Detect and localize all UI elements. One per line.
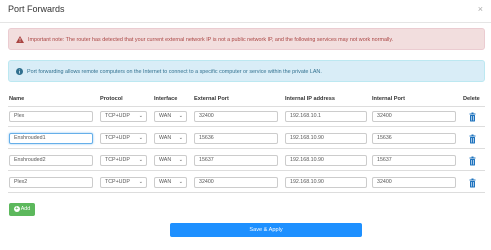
chevron-down-icon: ⌄ — [178, 135, 183, 141]
chevron-down-icon: ⌄ — [138, 179, 143, 185]
protocol-select[interactable]: TCP+UDP ⌄ — [100, 177, 147, 188]
protocol-select[interactable]: TCP+UDP ⌄ — [100, 133, 147, 144]
interface-select[interactable]: WAN ⌄ — [154, 177, 187, 188]
interface-value: WAN — [159, 179, 172, 185]
chevron-down-icon: ⌄ — [178, 113, 183, 119]
trash-icon[interactable] — [469, 156, 476, 166]
external-port-field[interactable]: 15636 — [194, 133, 278, 144]
protocol-value: TCP+UDP — [105, 113, 130, 119]
header-delete: Delete — [463, 96, 480, 102]
trash-icon[interactable] — [469, 112, 476, 122]
protocol-select[interactable]: TCP+UDP ⌄ — [100, 111, 147, 122]
page-title: Port Forwards — [8, 4, 65, 14]
warning-alert: Important note: The router has detected … — [8, 28, 485, 50]
internal-port-field[interactable]: 32400 — [372, 111, 456, 122]
internal-port-field[interactable]: 32400 — [372, 177, 456, 188]
header-interface: Interface — [154, 96, 178, 102]
interface-select[interactable]: WAN ⌄ — [154, 155, 187, 166]
warning-text: Important note: The router has detected … — [28, 37, 394, 43]
chevron-down-icon: ⌄ — [138, 135, 143, 141]
row-divider — [8, 126, 485, 127]
table-header-divider — [8, 106, 485, 107]
chevron-down-icon: ⌄ — [138, 113, 143, 119]
name-field[interactable]: Plex2 — [9, 177, 93, 188]
trash-icon[interactable] — [469, 134, 476, 144]
header-name: Name — [9, 96, 25, 102]
external-port-field[interactable]: 15637 — [194, 155, 278, 166]
warning-triangle-icon — [16, 36, 24, 44]
add-label: Add — [20, 206, 31, 212]
external-port-field[interactable]: 32400 — [194, 111, 278, 122]
info-alert: Port forwarding allows remote computers … — [8, 60, 485, 82]
protocol-value: TCP+UDP — [105, 179, 130, 185]
trash-icon[interactable] — [469, 178, 476, 188]
protocol-value: TCP+UDP — [105, 157, 130, 163]
interface-select[interactable]: WAN ⌄ — [154, 133, 187, 144]
interface-value: WAN — [159, 135, 172, 141]
modal-header: Port Forwards × — [0, 0, 491, 23]
internal-ip-field[interactable]: 192.168.10.1 — [285, 111, 367, 122]
row-divider — [8, 148, 485, 149]
close-icon[interactable]: × — [478, 4, 483, 14]
internal-port-field[interactable]: 15637 — [372, 155, 456, 166]
name-field[interactable]: Plex — [9, 111, 93, 122]
header-internal-port: Internal Port — [372, 96, 405, 102]
interface-value: WAN — [159, 113, 172, 119]
interface-value: WAN — [159, 157, 172, 163]
name-field[interactable]: Enshrouded2 — [9, 155, 93, 166]
info-text: Port forwarding allows remote computers … — [27, 69, 322, 75]
header-internal-ip: Internal IP address — [285, 96, 335, 102]
chevron-down-icon: ⌄ — [178, 157, 183, 163]
interface-select[interactable]: WAN ⌄ — [154, 111, 187, 122]
header-external-port: External Port — [194, 96, 229, 102]
add-button[interactable]: + Add — [9, 203, 35, 216]
internal-ip-field[interactable]: 192.168.10.90 — [285, 155, 367, 166]
save-apply-button[interactable]: Save & Apply — [170, 223, 362, 237]
row-divider — [8, 170, 485, 171]
chevron-down-icon: ⌄ — [138, 157, 143, 163]
row-divider — [8, 192, 485, 193]
chevron-down-icon: ⌄ — [178, 179, 183, 185]
info-circle-icon — [16, 68, 23, 76]
internal-ip-field[interactable]: 192.168.10.90 — [285, 133, 367, 144]
plus-circle-icon: + — [13, 205, 20, 212]
external-port-field[interactable]: 32400 — [194, 177, 278, 188]
name-field[interactable]: Enshrouded1 — [9, 133, 93, 144]
protocol-select[interactable]: TCP+UDP ⌄ — [100, 155, 147, 166]
protocol-value: TCP+UDP — [105, 135, 130, 141]
internal-port-field[interactable]: 15636 — [372, 133, 456, 144]
header-protocol: Protocol — [100, 96, 123, 102]
internal-ip-field[interactable]: 192.168.10.90 — [285, 177, 367, 188]
